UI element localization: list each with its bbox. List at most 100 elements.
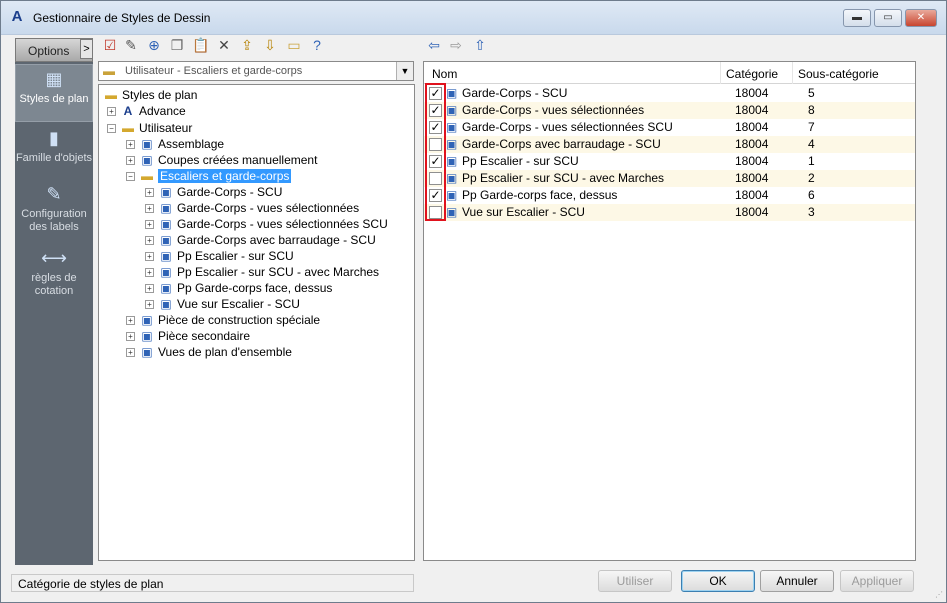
- nav-item-regles-cotation[interactable]: ⟷ règles de cotation: [15, 248, 93, 297]
- expand-icon[interactable]: +: [145, 204, 154, 214]
- column-header-nom[interactable]: Nom: [432, 67, 457, 81]
- folder-open-icon: ▬: [105, 88, 117, 102]
- row-checkbox[interactable]: [429, 206, 442, 219]
- close-button[interactable]: ✕: [905, 9, 937, 27]
- style-tree[interactable]: ▬ Styles de plan + A Advance − ▬ Utilisateur …: [98, 84, 415, 561]
- export-icon[interactable]: ⇪: [238, 36, 256, 54]
- tree-node[interactable]: + ▣ Vue sur Escalier - SCU: [145, 296, 300, 312]
- tree-node[interactable]: + ▣ Pièce de construction spéciale: [126, 312, 320, 328]
- row-category: 18004: [735, 205, 769, 219]
- expand-icon[interactable]: +: [126, 316, 135, 326]
- style-item-icon: ▣: [446, 137, 458, 151]
- expand-icon[interactable]: +: [107, 107, 116, 117]
- category-combo-value: Utilisateur - Escaliers et garde-corps: [125, 65, 303, 77]
- tree-node[interactable]: + ▣ Garde-Corps - SCU: [145, 184, 282, 200]
- tree-node[interactable]: + ▣ Pp Garde-corps face, dessus: [145, 280, 332, 296]
- table-row[interactable]: ✓ ▣ Garde-Corps - vues sélectionnées 180…: [424, 102, 915, 119]
- row-category: 18004: [735, 188, 769, 202]
- use-button[interactable]: Utiliser: [598, 570, 672, 592]
- row-name: Garde-Corps - vues sélectionnées: [462, 103, 645, 117]
- maximize-button[interactable]: ▭: [874, 9, 902, 27]
- tree-node[interactable]: + ▣ Pp Escalier - sur SCU: [145, 248, 294, 264]
- expand-icon[interactable]: +: [145, 236, 154, 246]
- tree-node[interactable]: + ▣ Garde-Corps - vues sélectionnées SCU: [145, 216, 388, 232]
- tree-node[interactable]: + ▣ Garde-Corps avec barraudage - SCU: [145, 232, 376, 248]
- new-style-icon[interactable]: ☑: [101, 36, 119, 54]
- dialog-window: A Gestionnaire de Styles de Dessin ▬ ▭ ✕…: [0, 0, 947, 603]
- tree-node-selected[interactable]: − ▬ Escaliers et garde-corps: [126, 168, 292, 184]
- column-header-categorie[interactable]: Catégorie: [726, 67, 778, 81]
- row-name: Vue sur Escalier - SCU: [462, 205, 585, 219]
- back-arrow-icon[interactable]: ⇦: [425, 36, 443, 54]
- row-checkbox[interactable]: ✓: [429, 104, 442, 117]
- tree-node[interactable]: + ▣ Pp Escalier - sur SCU - avec Marches: [145, 264, 379, 280]
- paste-icon[interactable]: 📋: [192, 36, 210, 54]
- ok-button[interactable]: OK: [681, 570, 755, 592]
- help-icon[interactable]: ?: [308, 36, 326, 54]
- add-style-icon[interactable]: ⊕: [145, 36, 163, 54]
- forward-arrow-icon[interactable]: ⇨: [447, 36, 465, 54]
- style-group-icon: ▣: [141, 137, 153, 151]
- tree-node[interactable]: + A Advance: [107, 103, 186, 119]
- import-icon[interactable]: ⇩: [261, 36, 279, 54]
- copy-icon[interactable]: ❐: [168, 36, 186, 54]
- nav-item-famille-objets[interactable]: ▮ Famille d'objets: [15, 128, 93, 174]
- tree-node[interactable]: + ▣ Garde-Corps - vues sélectionnées: [145, 200, 359, 216]
- delete-icon[interactable]: ✕: [215, 36, 233, 54]
- category-combo[interactable]: ▬ Utilisateur - Escaliers et garde-corps…: [98, 61, 414, 81]
- expand-icon[interactable]: +: [145, 220, 154, 230]
- expand-icon[interactable]: +: [126, 332, 135, 342]
- row-checkbox[interactable]: ✓: [429, 155, 442, 168]
- column-header-sous-categorie[interactable]: Sous-catégorie: [798, 67, 879, 81]
- sidebar-toggle-button[interactable]: >: [80, 39, 93, 59]
- row-name: Garde-Corps - SCU: [462, 86, 568, 100]
- expand-icon[interactable]: +: [145, 268, 154, 278]
- row-category: 18004: [735, 86, 769, 100]
- edit-style-icon[interactable]: ✎: [122, 36, 140, 54]
- table-row[interactable]: ▣ Vue sur Escalier - SCU 18004 3: [424, 204, 915, 221]
- row-checkbox[interactable]: ✓: [429, 189, 442, 202]
- expand-icon[interactable]: +: [145, 300, 154, 310]
- row-subcategory: 1: [808, 154, 815, 168]
- table-row[interactable]: ✓ ▣ Pp Garde-corps face, dessus 18004 6: [424, 187, 915, 204]
- tree-node[interactable]: − ▬ Utilisateur: [107, 120, 192, 136]
- table-row[interactable]: ▣ Pp Escalier - sur SCU - avec Marches 1…: [424, 170, 915, 187]
- tree-node[interactable]: + ▣ Pièce secondaire: [126, 328, 250, 344]
- table-row[interactable]: ✓ ▣ Garde-Corps - vues sélectionnées SCU…: [424, 119, 915, 136]
- tree-root[interactable]: ▬ Styles de plan: [103, 87, 197, 103]
- table-row[interactable]: ▣ Garde-Corps avec barraudage - SCU 1800…: [424, 136, 915, 153]
- collapse-icon[interactable]: −: [107, 124, 116, 134]
- expand-icon[interactable]: +: [126, 140, 135, 150]
- cancel-button[interactable]: Annuler: [760, 570, 834, 592]
- nav-item-styles-de-plan[interactable]: ▦ Styles de plan: [15, 64, 93, 122]
- up-arrow-icon[interactable]: ⇧: [471, 36, 489, 54]
- style-item-icon: ▣: [446, 205, 458, 219]
- minimize-button[interactable]: ▬: [843, 9, 871, 27]
- expand-icon[interactable]: +: [126, 348, 135, 358]
- row-checkbox[interactable]: ✓: [429, 121, 442, 134]
- row-subcategory: 2: [808, 171, 815, 185]
- style-list[interactable]: Nom Catégorie Sous-catégorie ✓ ▣ Garde-C…: [423, 61, 916, 561]
- table-row[interactable]: ✓ ▣ Pp Escalier - sur SCU 18004 1: [424, 153, 915, 170]
- resize-grip-icon[interactable]: ⋰: [935, 590, 943, 599]
- tree-node[interactable]: + ▣ Vues de plan d'ensemble: [126, 344, 292, 360]
- style-item-icon: ▣: [160, 249, 172, 263]
- apply-button[interactable]: Appliquer: [840, 570, 914, 592]
- row-checkbox[interactable]: [429, 172, 442, 185]
- row-checkbox[interactable]: ✓: [429, 87, 442, 100]
- row-checkbox[interactable]: [429, 138, 442, 151]
- collapse-icon[interactable]: −: [126, 172, 135, 182]
- tree-node[interactable]: + ▣ Coupes créées manuellement: [126, 152, 317, 168]
- expand-icon[interactable]: +: [145, 284, 154, 294]
- table-row[interactable]: ✓ ▣ Garde-Corps - SCU 18004 5: [424, 85, 915, 102]
- column-divider[interactable]: [792, 62, 793, 84]
- chevron-down-icon[interactable]: ▼: [396, 62, 413, 80]
- nav-item-configuration-labels[interactable]: ✎ Configuration des labels: [15, 184, 93, 236]
- preview-icon[interactable]: ▭: [285, 36, 303, 54]
- style-group-icon: ▣: [141, 345, 153, 359]
- expand-icon[interactable]: +: [145, 252, 154, 262]
- tree-node[interactable]: + ▣ Assemblage: [126, 136, 224, 152]
- column-divider[interactable]: [720, 62, 721, 84]
- expand-icon[interactable]: +: [145, 188, 154, 198]
- expand-icon[interactable]: +: [126, 156, 135, 166]
